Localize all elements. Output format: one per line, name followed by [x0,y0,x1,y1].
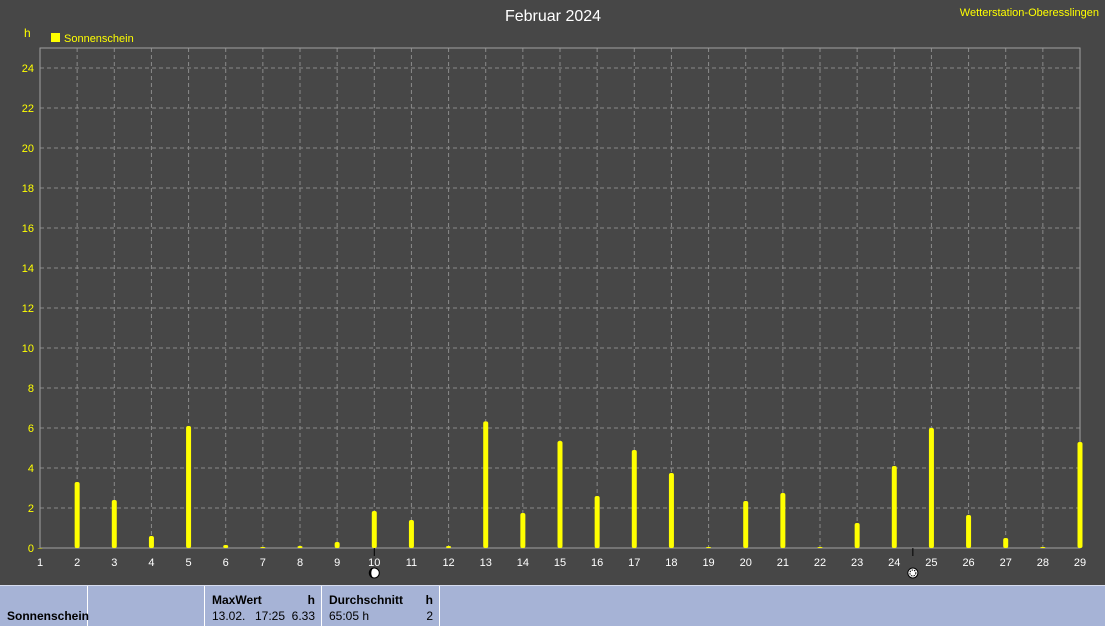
avg-total: 65:05 h [329,609,370,623]
y-tick-label: 16 [22,223,34,235]
max-date: 13.02. [212,609,246,623]
bar-sonnenschein [334,542,340,548]
bar-sonnenschein [743,501,749,548]
max-value: 6.33 [291,609,315,623]
bar-sonnenschein [706,547,712,548]
bar-sonnenschein [483,421,489,548]
footer-row-label: Sonnenschein [7,609,90,623]
x-tick-label: 15 [554,557,566,569]
footer-max-cell: MaxWert h 13.02. 17:25 6.33 [205,586,322,626]
legend-label: Sonnenschein [64,33,134,45]
bar-sonnenschein [520,513,526,548]
bar-sonnenschein [1040,547,1046,548]
bar-sonnenschein [408,520,414,548]
x-tick-label: 18 [665,557,677,569]
y-tick-label: 4 [28,463,34,475]
bar-sonnenschein [186,426,192,548]
y-axis-unit: h [24,26,31,40]
x-tick-label: 3 [111,557,117,569]
bar-sonnenschein [148,536,154,548]
bar-sonnenschein [37,548,43,549]
avg-unit: h [425,593,433,607]
bar-sonnenschein [891,466,897,548]
x-tick-label: 13 [480,557,492,569]
bar-sonnenschein [74,482,80,548]
bar-sonnenschein [928,428,934,548]
bar-sonnenschein [780,493,786,548]
y-tick-label: 14 [22,263,34,275]
x-tick-label: 22 [814,557,826,569]
bar-sonnenschein [223,545,229,548]
x-tick-label: 8 [297,557,303,569]
avg-value: 2 [426,609,433,623]
y-tick-label: 10 [22,343,34,355]
x-tick-label: 2 [74,557,80,569]
x-tick-label: 6 [223,557,229,569]
footer-avg-cell: Durchschnitt h 65:05 h 2 [322,586,440,626]
y-tick-label: 8 [28,383,34,395]
bar-sonnenschein [594,496,600,548]
footer-label-cell: Sonnenschein [0,586,90,626]
bar-sonnenschein [446,546,452,548]
x-tick-label: 29 [1074,557,1086,569]
y-tick-label: 2 [28,503,34,515]
x-tick-label: 21 [777,557,789,569]
y-tick-label: 24 [22,63,34,75]
new-moon-icon [368,567,380,579]
x-tick-label: 10 [368,557,380,569]
x-tick-label: 23 [851,557,863,569]
bar-sonnenschein [297,546,303,548]
bar-sonnenschein [1077,442,1083,548]
x-tick-label: 27 [1000,557,1012,569]
bar-sonnenschein [631,450,637,548]
bar-sonnenschein [817,547,823,548]
x-tick-label: 19 [702,557,714,569]
y-tick-label: 6 [28,423,34,435]
max-time: 17:25 [255,609,286,623]
chart-title: Februar 2024 [505,8,601,25]
max-unit: h [307,593,315,607]
max-header: MaxWert [212,593,262,607]
legend-swatch [51,33,60,42]
x-tick-label: 12 [442,557,454,569]
x-tick-label: 14 [517,557,529,569]
x-tick-label: 20 [740,557,752,569]
chart: Februar 2024 Wetterstation-Oberesslingen… [22,7,1099,579]
x-tick-label: 4 [148,557,154,569]
bar-sonnenschein [557,441,563,548]
x-tick-label: 28 [1037,557,1049,569]
bar-sonnenschein [260,547,266,548]
x-tick-label: 7 [260,557,266,569]
bar-sonnenschein [966,515,972,548]
station-name: Wetterstation-Oberesslingen [960,7,1099,19]
y-tick-label: 12 [22,303,34,315]
full-moon-icon [907,567,919,579]
x-tick-label: 25 [925,557,937,569]
y-tick-label: 0 [28,543,34,555]
bar-sonnenschein [1003,538,1009,548]
bar-sonnenschein [371,511,377,548]
bar-sonnenschein [854,523,860,548]
x-tick-label: 16 [591,557,603,569]
y-tick-label: 18 [22,183,34,195]
y-tick-label: 22 [22,103,34,115]
x-tick-label: 26 [962,557,974,569]
summary-footer: Sonnenschein MaxWert h 13.02. 17:25 6.33… [0,585,1105,626]
x-tick-label: 9 [334,557,340,569]
footer-empty-cell [88,586,205,626]
x-tick-label: 5 [186,557,192,569]
bar-sonnenschein [668,473,674,548]
y-tick-label: 20 [22,143,34,155]
bar-sonnenschein [111,500,117,548]
x-tick-label: 1 [37,557,43,569]
x-tick-label: 17 [628,557,640,569]
x-tick-label: 11 [406,557,417,569]
avg-header: Durchschnitt [329,593,404,607]
x-tick-label: 24 [888,557,900,569]
